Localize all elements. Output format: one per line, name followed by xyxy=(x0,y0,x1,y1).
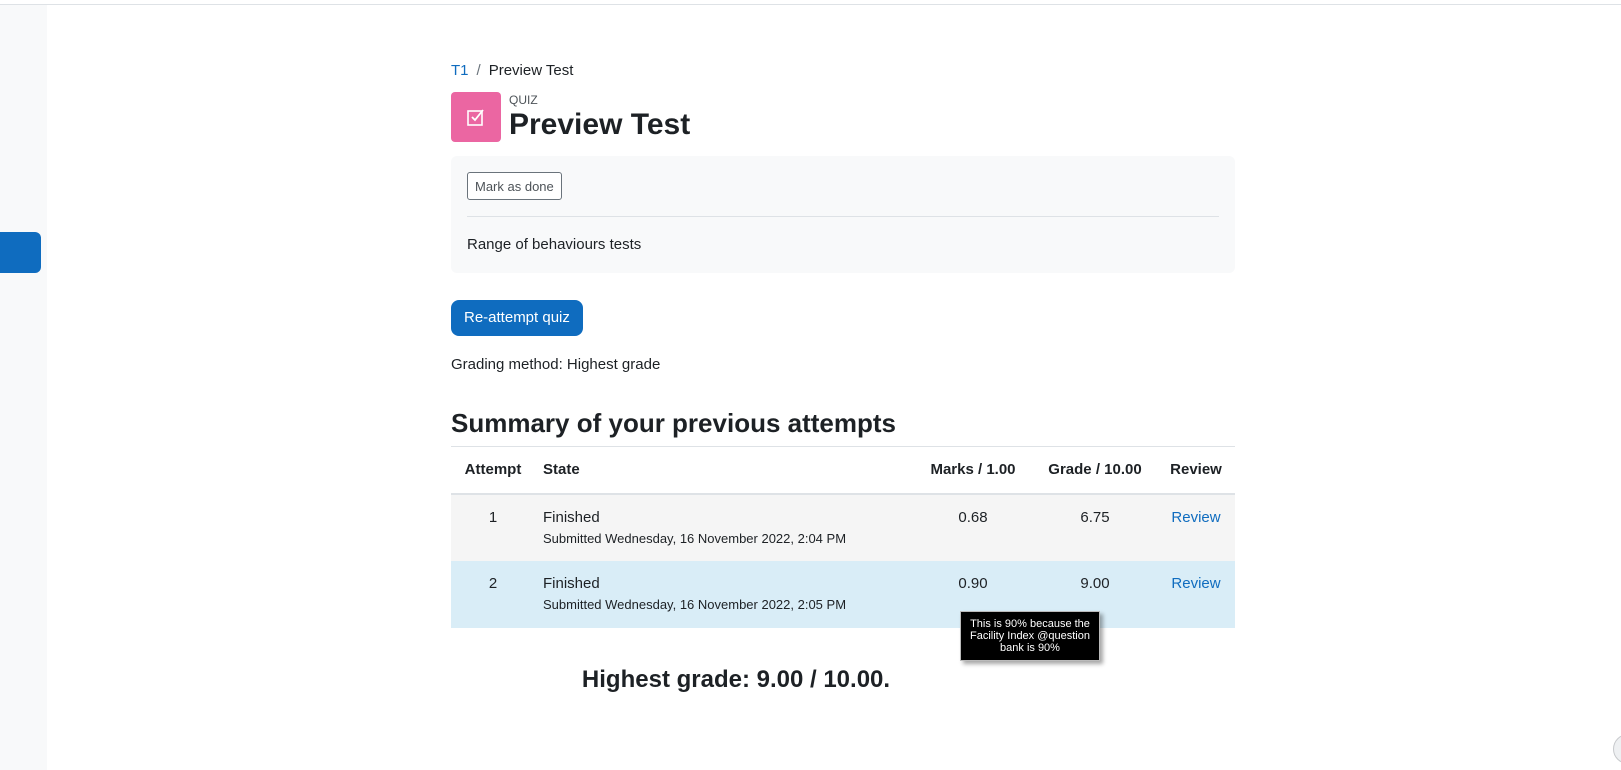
table-row: 2 Finished Submitted Wednesday, 16 Novem… xyxy=(451,560,1235,628)
submitted-time: Submitted Wednesday, 16 November 2022, 2… xyxy=(543,530,847,546)
summary-title: Summary of your previous attempts xyxy=(451,408,896,438)
attempt-grade: 6.75 xyxy=(1033,493,1157,561)
attempts-table: Attempt State Marks / 1.00 Grade / 10.00… xyxy=(451,446,1235,628)
breadcrumb-separator: / xyxy=(476,62,481,79)
reattempt-quiz-button[interactable]: Re-attempt quiz xyxy=(451,300,583,336)
page-title: Preview Test xyxy=(509,108,691,141)
attempt-number: 1 xyxy=(451,493,535,561)
page-header: QUIZ Preview Test xyxy=(451,92,1235,148)
review-link[interactable]: Review xyxy=(1171,575,1220,592)
column-header-review: Review xyxy=(1157,446,1235,495)
left-sidebar-rail xyxy=(0,5,47,770)
table-header-row: Attempt State Marks / 1.00 Grade / 10.00… xyxy=(451,446,1235,495)
activity-description: Range of behaviours tests xyxy=(467,236,642,253)
activity-divider xyxy=(467,216,1219,217)
attempt-number: 2 xyxy=(451,560,535,628)
state-label: Finished xyxy=(543,574,600,592)
grade-tooltip: This is 90% because the Facility Index @… xyxy=(960,611,1100,661)
quiz-checkbox-icon xyxy=(451,92,501,142)
highest-grade: Highest grade: 9.00 / 10.00. xyxy=(581,666,891,693)
column-header-grade: Grade / 10.00 xyxy=(1033,446,1157,495)
column-header-attempt: Attempt xyxy=(451,446,535,495)
activity-information: Mark as done Range of behaviours tests xyxy=(451,156,1235,273)
submitted-time: Submitted Wednesday, 16 November 2022, 2… xyxy=(543,596,847,612)
column-header-state: State xyxy=(535,446,913,495)
main-content: T1 / Preview Test QUIZ Preview Test Mark a… xyxy=(451,58,1235,628)
attempt-review: Review xyxy=(1157,560,1235,628)
footer-help-button[interactable] xyxy=(1613,734,1621,764)
review-link[interactable]: Review xyxy=(1171,509,1220,526)
activity-type-label: QUIZ xyxy=(509,93,538,107)
breadcrumb: T1 / Preview Test xyxy=(451,58,1235,84)
column-header-marks: Marks / 1.00 xyxy=(913,446,1033,495)
header-text: QUIZ Preview Test xyxy=(509,92,690,143)
table-row: 1 Finished Submitted Wednesday, 16 Novem… xyxy=(451,493,1235,561)
attempt-marks: 0.68 xyxy=(913,493,1033,561)
breadcrumb-course-link[interactable]: T1 xyxy=(451,62,469,79)
drawer-toggle-button[interactable] xyxy=(0,232,41,273)
attempt-state: Finished Submitted Wednesday, 16 Novembe… xyxy=(535,560,913,628)
mark-as-done-button[interactable]: Mark as done xyxy=(467,172,562,200)
attempt-state: Finished Submitted Wednesday, 16 Novembe… xyxy=(535,493,913,561)
attempt-review: Review xyxy=(1157,493,1235,561)
state-label: Finished xyxy=(543,508,600,526)
breadcrumb-current: Preview Test xyxy=(488,62,574,79)
top-border xyxy=(0,4,1621,5)
grading-method: Grading method: Highest grade xyxy=(451,356,661,373)
